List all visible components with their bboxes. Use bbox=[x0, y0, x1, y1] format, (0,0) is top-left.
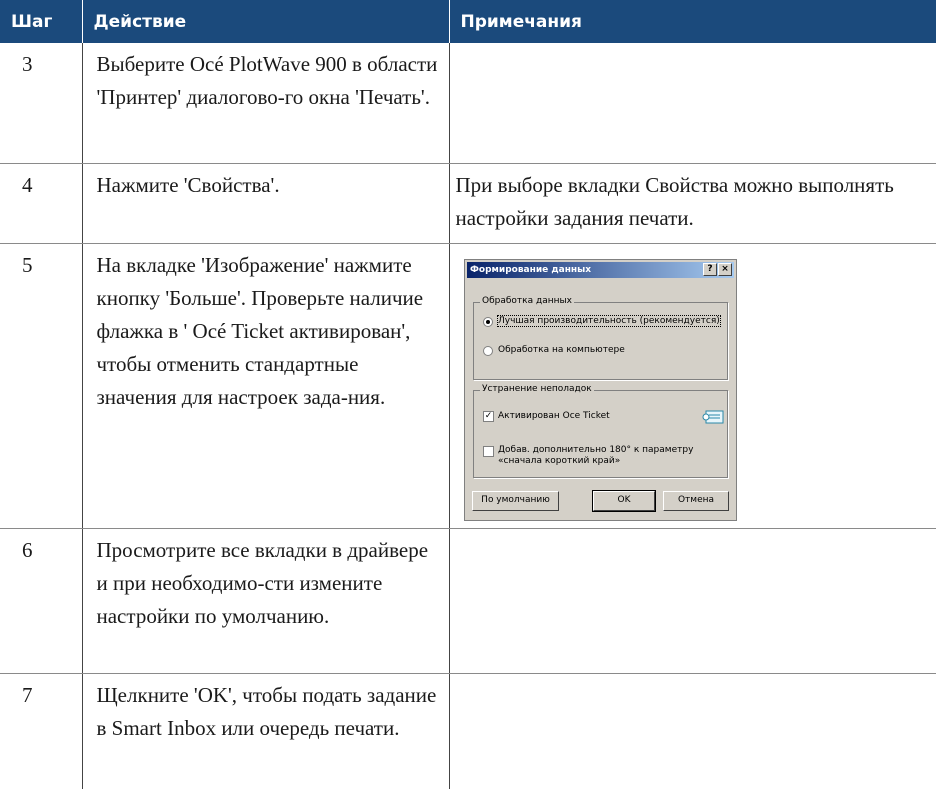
troubleshooting-group: Устранение неполадок ✓ Активирован Oce T… bbox=[473, 384, 728, 478]
help-button[interactable]: ? bbox=[703, 263, 717, 276]
step-number: 7 bbox=[0, 673, 83, 789]
data-formation-dialog: Формирование данных ? × Обработка данных… bbox=[464, 259, 737, 521]
ticket-icon bbox=[702, 410, 724, 424]
step-number: 5 bbox=[0, 243, 83, 529]
header-action: Действие bbox=[82, 0, 450, 43]
step-action: Выберите Océ PlotWave 900 в области 'При… bbox=[82, 43, 450, 164]
checkbox-add-180-label-line1: Добав. дополнительно 180° к параметру bbox=[498, 445, 694, 455]
close-button[interactable]: × bbox=[718, 263, 732, 276]
step-number: 6 bbox=[0, 528, 83, 674]
radio-client-processing[interactable] bbox=[483, 346, 493, 356]
header-step: Шаг bbox=[0, 0, 83, 43]
radio-performance-label: Лучшая производительность (рекомендуется… bbox=[497, 315, 721, 327]
step-note bbox=[449, 528, 936, 674]
step-action: Просмотрите все вкладки в драйвере и при… bbox=[82, 528, 450, 674]
step-note bbox=[449, 673, 936, 789]
step-number: 4 bbox=[0, 163, 83, 244]
checkbox-oce-ticket-label: Активирован Oce Ticket bbox=[498, 411, 610, 421]
checkbox-oce-ticket[interactable]: ✓ bbox=[483, 411, 494, 422]
ok-button[interactable]: OK bbox=[592, 490, 656, 512]
dialog-title-bar: Формирование данных ? × bbox=[467, 262, 734, 278]
table-row: 3 Выберите Océ PlotWave 900 в области 'П… bbox=[0, 43, 936, 164]
header-notes: Примечания bbox=[449, 0, 936, 43]
group-title: Обработка данных bbox=[480, 296, 574, 306]
step-action: Щелкните 'OK', чтобы подать задание в Sm… bbox=[82, 673, 450, 789]
step-action: На вкладке 'Изображение' нажмите кнопку … bbox=[82, 243, 450, 529]
radio-client-processing-label: Обработка на компьютере bbox=[498, 345, 625, 355]
processing-group: Обработка данных Лучшая производительнос… bbox=[473, 296, 728, 380]
cancel-button[interactable]: Отмена bbox=[663, 491, 729, 511]
step-note bbox=[449, 43, 936, 164]
table-row: 6 Просмотрите все вкладки в драйвере и п… bbox=[0, 528, 936, 674]
checkbox-add-180-label-line2: «сначала короткий край» bbox=[498, 456, 621, 466]
group-title: Устранение неполадок bbox=[480, 384, 594, 394]
table-row: 7 Щелкните 'OK', чтобы подать задание в … bbox=[0, 673, 936, 789]
step-action: Нажмите 'Свойства'. bbox=[82, 163, 450, 244]
step-note: При выборе вкладки Свойства можно выполн… bbox=[449, 163, 936, 244]
radio-performance[interactable] bbox=[483, 317, 493, 327]
table-row: 4 Нажмите 'Свойства'. При выборе вкладки… bbox=[0, 163, 936, 244]
step-number: 3 bbox=[0, 43, 83, 164]
dialog-title: Формирование данных bbox=[470, 265, 592, 275]
default-button[interactable]: По умолчанию bbox=[472, 491, 559, 511]
checkbox-add-180[interactable] bbox=[483, 446, 494, 457]
